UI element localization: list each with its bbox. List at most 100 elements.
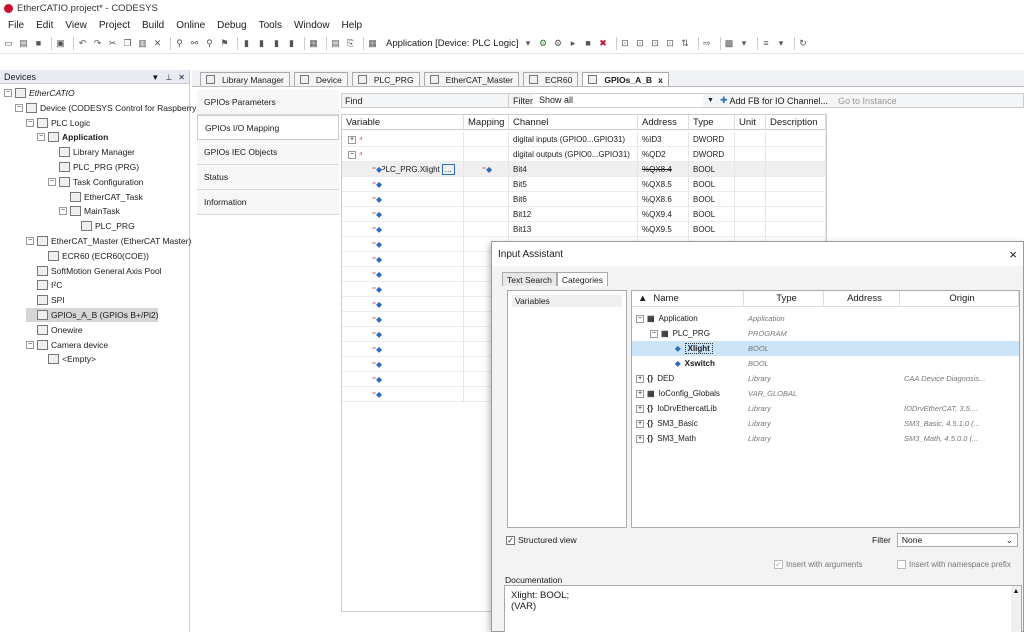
expander-icon[interactable]: − (650, 329, 658, 338)
variable-tree-item[interactable]: +{} SM3_Math Library SM3_Math, 4.5.0.0 (... (632, 431, 1019, 446)
mapping-cell[interactable] (464, 132, 509, 147)
table-row[interactable]: ⁼⬥Application.PLC_PRG.Xlight...⁼⬥Bit4%QX… (342, 162, 826, 177)
device-tree-item[interactable]: − Task Configuration (48, 175, 143, 189)
variable-cell[interactable]: ⁼⬥ (342, 327, 464, 342)
write-values-icon[interactable]: ⇨ (702, 38, 713, 49)
device-tree-item[interactable]: Onewire (26, 323, 83, 337)
column-header[interactable]: Address (824, 291, 900, 307)
variable-tree-item[interactable]: − ▦ PLC_PRG PROGRAM (632, 326, 1019, 341)
variable-cell[interactable]: ⁼⬥ (342, 252, 464, 267)
login-icon[interactable]: ⚙ (538, 38, 549, 49)
menu-item-project[interactable]: Project (99, 20, 130, 31)
device-tree-item[interactable]: I²C (26, 278, 62, 292)
table-row[interactable]: ⁼⬥ Bit5 %QX8.5 BOOL (342, 177, 826, 192)
variable-cell[interactable]: ⁼⬥ (342, 177, 464, 192)
device-tree-item[interactable]: PLC_PRG (PRG) (48, 160, 139, 174)
variable-cell[interactable]: ⁼⬥ (342, 387, 464, 402)
replace-icon[interactable]: ⚯ (189, 38, 200, 49)
logout-icon[interactable]: ⚙ (553, 38, 564, 49)
name-cell[interactable]: +{} SM3_Basic (636, 416, 698, 431)
device-tree-item[interactable]: EtherCAT_Task (59, 190, 143, 204)
expander-icon[interactable]: + (348, 135, 356, 144)
find-icon[interactable]: ⚲ (174, 38, 185, 49)
variable-cell[interactable]: ⁼⬥ (342, 267, 464, 282)
nav-status[interactable]: Status (197, 165, 339, 190)
comment-icon[interactable]: ≡ (761, 38, 772, 49)
tab-gpios-a-b[interactable]: GPIOs_A_B x (582, 72, 669, 86)
copy-icon[interactable]: ❐ (122, 38, 133, 49)
bookmark-next-icon[interactable]: ▮ (241, 38, 252, 49)
column-header[interactable]: Type (689, 115, 735, 130)
device-tree-item[interactable]: − Camera device (26, 338, 108, 352)
device-tree-item[interactable]: SoftMotion General Axis Pool (26, 264, 162, 278)
variable-cell[interactable]: ⁼⬥ (342, 357, 464, 372)
device-tree-item[interactable]: − Device (CODESYS Control for Raspberry P… (15, 101, 206, 115)
variable-cell[interactable]: ⁼⬥ (342, 342, 464, 357)
column-header[interactable]: Address (638, 115, 689, 130)
expander-icon[interactable]: − (26, 237, 34, 245)
browse-button[interactable]: ... (441, 164, 455, 175)
table-row[interactable]: ⁼⬥ Bit12 %QX9.4 BOOL (342, 207, 826, 222)
expander-icon[interactable]: + (636, 389, 644, 398)
device-tree-item[interactable]: SPI (26, 293, 65, 307)
step-out-icon[interactable]: ⊡ (665, 38, 676, 49)
mapping-cell[interactable]: ⁼⬥ (464, 162, 509, 177)
variable-tree-item[interactable]: ⬥ Xlight BOOL (632, 341, 1019, 356)
column-header[interactable]: Channel (509, 115, 638, 130)
variable-cell[interactable]: ⁼⬥ (342, 312, 464, 327)
expander-icon[interactable]: − (37, 133, 45, 142)
insert-with-namespace-checkbox[interactable] (897, 560, 906, 569)
bookmark-prev-icon[interactable]: ▮ (256, 38, 267, 49)
stop-icon[interactable]: ■ (583, 38, 594, 49)
paste-icon[interactable]: ▥ (137, 38, 148, 49)
column-header[interactable]: Variable (342, 115, 464, 130)
variable-cell[interactable]: + ⁴ (342, 132, 464, 147)
variable-value[interactable]: Application.PLC_PRG.Xlight (382, 165, 440, 174)
bookmark-clear-icon[interactable]: ▮ (271, 38, 282, 49)
variable-tree-item[interactable]: +{} SM3_Basic Library SM3_Basic, 4.5.1.0 (.… (632, 416, 1019, 431)
tab-categories[interactable]: Categories (556, 272, 608, 286)
close-icon[interactable]: x (658, 75, 663, 85)
name-cell[interactable]: ⬥ Xlight (664, 341, 713, 356)
expander-icon[interactable]: − (48, 177, 56, 186)
device-tree-item[interactable]: − MainTask (59, 204, 120, 218)
reset-icon[interactable]: ✖ (598, 38, 609, 49)
variable-tree-item[interactable]: +{} DED Library CAA Device Diagnosis... (632, 371, 1019, 386)
category-item-variables[interactable]: Variables (512, 295, 622, 307)
breakpoint-icon[interactable]: ⊡ (620, 38, 631, 49)
export-icon[interactable]: ⎘ (345, 38, 356, 49)
mapping-cell[interactable] (464, 177, 509, 192)
tab-library manager[interactable]: Library Manager (200, 72, 290, 86)
print-icon[interactable]: ▣ (55, 38, 66, 49)
filter-select[interactable]: None ⌄ (896, 533, 1018, 547)
menu-item-tools[interactable]: Tools (259, 20, 282, 31)
save-icon[interactable]: ■ (33, 38, 44, 49)
variable-cell[interactable]: ⁼⬥ (342, 297, 464, 312)
expander-icon[interactable]: + (636, 434, 644, 443)
close-icon[interactable]: ✕ (178, 73, 185, 82)
tab-device[interactable]: Device (293, 72, 348, 86)
expander-icon[interactable]: − (15, 103, 23, 112)
device-tree-item[interactable]: − EtherCAT_Master (EtherCAT Master) (26, 234, 191, 248)
start-icon[interactable]: ▸ (568, 38, 579, 49)
variable-cell[interactable]: ⁼⬥ (342, 237, 464, 252)
device-tree-item[interactable]: Library Manager (48, 145, 135, 159)
undo-icon[interactable]: ↶ (77, 38, 88, 49)
mapping-cell[interactable] (464, 222, 509, 237)
nav-gpios-i-o-mapping[interactable]: GPIOs I/O Mapping (197, 115, 339, 140)
find-all-icon[interactable]: ⚲ (204, 38, 215, 49)
menu-item-help[interactable]: Help (342, 20, 363, 31)
name-cell[interactable]: +{} IoDrvEthercatLib (636, 401, 717, 416)
tab-ethercat-master[interactable]: EtherCAT_Master (423, 72, 519, 86)
redo-icon[interactable]: ↷ (92, 38, 103, 49)
menu-item-online[interactable]: Online (176, 20, 205, 31)
device-tree-item[interactable]: ECR60 (ECR60(COE)) (37, 249, 149, 263)
tab-plc-prg[interactable]: PLC_PRG (351, 72, 420, 86)
variable-cell[interactable]: ⁼⬥ (342, 282, 464, 297)
column-header[interactable]: Mapping (464, 115, 509, 130)
filter-dropdown[interactable]: Show all (533, 94, 703, 107)
bookmark-icon[interactable]: ⚑ (219, 38, 230, 49)
column-header[interactable]: Origin (900, 291, 1019, 307)
table-row[interactable]: − ⁴ digital outputs (GPIO0...GPIO31) %QD2 DW… (342, 147, 826, 162)
menu-item-debug[interactable]: Debug (217, 20, 246, 31)
